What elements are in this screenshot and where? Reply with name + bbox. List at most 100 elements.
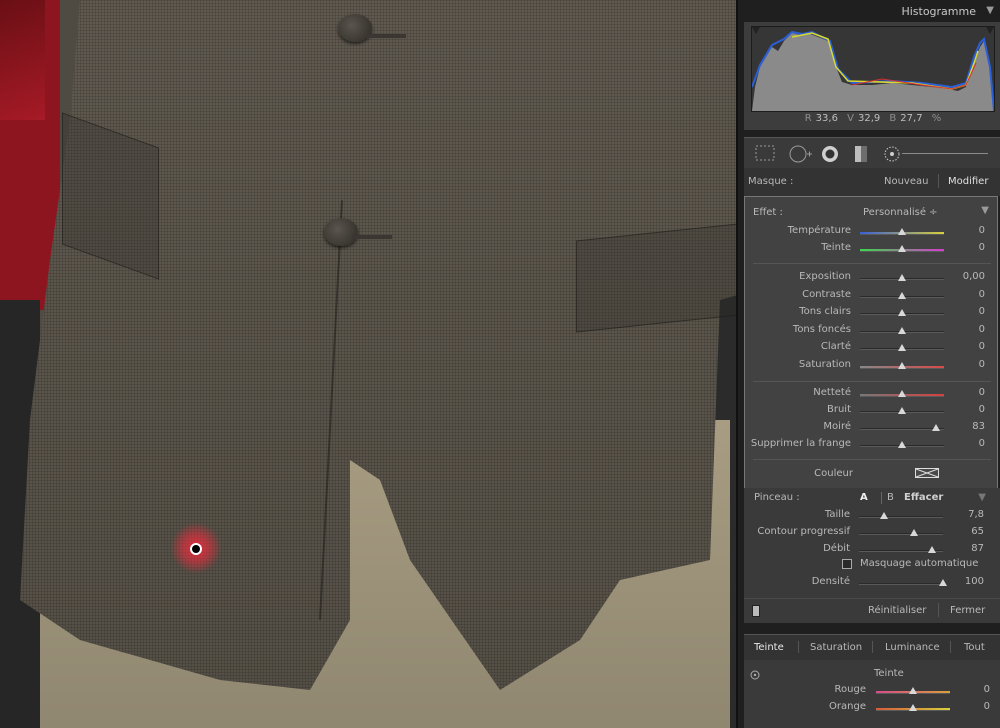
- tab-hue[interactable]: Teinte: [754, 642, 784, 653]
- effect-label: Effet :: [753, 207, 783, 218]
- effect-divider: [753, 381, 991, 382]
- slider-thumb[interactable]: [939, 579, 947, 586]
- tab-all[interactable]: Tout: [964, 642, 985, 653]
- slider-thumb[interactable]: [932, 424, 941, 431]
- slider-value[interactable]: 0: [979, 225, 985, 236]
- slider-value[interactable]: 0: [979, 289, 985, 300]
- brush-panel: Pinceau : A B Effacer ▼ Taille 7,8 Contour…: [744, 488, 1000, 598]
- slider-label: Clarté: [820, 341, 851, 352]
- effect-collapse-icon[interactable]: ▼: [981, 205, 989, 216]
- mask-edit-button[interactable]: Modifier: [948, 176, 988, 187]
- effect-preset-select[interactable]: Personnalisé ÷: [863, 207, 938, 218]
- histogram-panel: R 33,6 V 32,9 B 27,7 %: [744, 22, 1000, 130]
- slider-row-debit: Débit 87: [744, 543, 996, 557]
- slider-value[interactable]: 0,00: [963, 271, 985, 282]
- brush-b-button[interactable]: B: [887, 492, 894, 503]
- auto-mask-label: Masquage automatique: [860, 558, 979, 569]
- adjustment-brush-pin[interactable]: [190, 543, 202, 555]
- slider-thumb[interactable]: [898, 228, 906, 235]
- readout-b-label: B: [889, 113, 897, 124]
- graduated-filter-icon[interactable]: [852, 144, 870, 164]
- slider-thumb[interactable]: [909, 529, 918, 536]
- brush-divider: [881, 492, 882, 504]
- mask-divider: [938, 174, 939, 188]
- tool-size-slider[interactable]: [902, 153, 988, 154]
- footer-divider: [938, 603, 939, 617]
- slider-thumb[interactable]: [898, 291, 906, 299]
- slider-row-rouge: Rouge 0: [744, 684, 996, 698]
- slider-thumb[interactable]: [909, 704, 917, 711]
- slider-track[interactable]: [860, 428, 944, 430]
- slider-value[interactable]: 0: [979, 404, 985, 415]
- slider-value[interactable]: 0: [979, 387, 985, 398]
- tool-strip: [744, 137, 1000, 168]
- slider-value[interactable]: 0: [984, 701, 990, 712]
- histogram-header[interactable]: Histogramme ▼: [738, 0, 1000, 22]
- tab-luminance[interactable]: Luminance: [885, 642, 940, 653]
- auto-mask-checkbox[interactable]: [842, 559, 852, 569]
- crop-tool-icon[interactable]: [754, 144, 776, 162]
- adjustment-brush-icon[interactable]: [882, 144, 902, 164]
- develop-right-panel: Histogramme ▼ R 33,6 V 32,9 B 27,7 % Mas…: [736, 0, 1000, 728]
- slider-value[interactable]: 0: [984, 684, 990, 695]
- slider-track[interactable]: [859, 583, 943, 585]
- slider-label: Teinte: [821, 242, 851, 253]
- reset-button[interactable]: Réinitialiser: [868, 605, 926, 616]
- slider-track[interactable]: [859, 533, 943, 535]
- histogram-graph: [751, 26, 995, 112]
- slider-thumb[interactable]: [880, 512, 889, 519]
- slider-thumb[interactable]: [898, 326, 906, 334]
- slider-value[interactable]: 0: [979, 359, 985, 370]
- slider-value[interactable]: 0: [979, 242, 985, 253]
- slider-thumb[interactable]: [898, 274, 906, 281]
- tab-saturation[interactable]: Saturation: [810, 642, 862, 653]
- slider-row-tons-clairs: Tons clairs 0: [745, 306, 997, 320]
- tab-divider: [950, 641, 951, 653]
- brush-collapse-icon[interactable]: ▼: [978, 492, 986, 503]
- slider-label: Tons foncés: [792, 323, 851, 335]
- slider-row-nettete: Netteté 0: [745, 387, 997, 401]
- brush-erase-button[interactable]: Effacer: [904, 492, 943, 503]
- red-eye-icon[interactable]: [820, 144, 840, 164]
- hsl-tabs: Teinte Saturation Luminance Tout: [744, 634, 1000, 661]
- slider-value[interactable]: 0: [979, 306, 985, 317]
- slider-row-temperature: Température 0: [745, 225, 997, 239]
- slider-value[interactable]: 0: [979, 438, 985, 449]
- slider-row-contour-progressif: Contour progressif 65: [744, 526, 996, 540]
- slider-value[interactable]: 7,8: [968, 509, 984, 520]
- slider-thumb[interactable]: [898, 390, 906, 397]
- photo-canvas[interactable]: [0, 0, 736, 728]
- slider-thumb[interactable]: [909, 687, 917, 694]
- slider-value[interactable]: 0: [979, 341, 985, 352]
- slider-label: Orange: [829, 701, 866, 712]
- slider-thumb[interactable]: [898, 309, 906, 316]
- slider-label: Température: [787, 225, 851, 236]
- slider-thumb[interactable]: [898, 407, 906, 414]
- slider-row-supprimer-la-frange: Supprimer la frange 0: [745, 438, 997, 452]
- slider-value[interactable]: 0: [979, 324, 985, 335]
- mask-new-button[interactable]: Nouveau: [884, 176, 928, 187]
- slider-thumb[interactable]: [928, 546, 937, 553]
- tab-divider: [798, 641, 799, 653]
- readout-v-label: V: [847, 113, 854, 124]
- slider-thumb[interactable]: [898, 361, 906, 369]
- slider-value[interactable]: 83: [972, 421, 985, 432]
- slider-value[interactable]: 87: [971, 543, 984, 554]
- jacket-pocket-right: [576, 223, 736, 333]
- color-swatch[interactable]: [915, 468, 939, 478]
- slider-value[interactable]: 65: [971, 526, 984, 537]
- target-adjust-icon[interactable]: [750, 670, 760, 680]
- button-thread-middle: [352, 235, 392, 239]
- slider-label: Saturation: [798, 358, 851, 370]
- slider-thumb[interactable]: [898, 441, 906, 448]
- slider-track[interactable]: [859, 516, 943, 518]
- slider-thumb[interactable]: [898, 245, 906, 252]
- slider-thumb[interactable]: [898, 344, 906, 351]
- collapse-triangle-icon[interactable]: ▼: [986, 5, 994, 16]
- brush-a-button[interactable]: A: [860, 492, 868, 503]
- spot-removal-icon[interactable]: [788, 144, 814, 164]
- close-button[interactable]: Fermer: [950, 605, 985, 616]
- panel-toggle-switch[interactable]: [752, 605, 760, 617]
- slider-value[interactable]: 100: [965, 576, 984, 587]
- mask-row: Masque : Nouveau Modifier: [744, 168, 1000, 196]
